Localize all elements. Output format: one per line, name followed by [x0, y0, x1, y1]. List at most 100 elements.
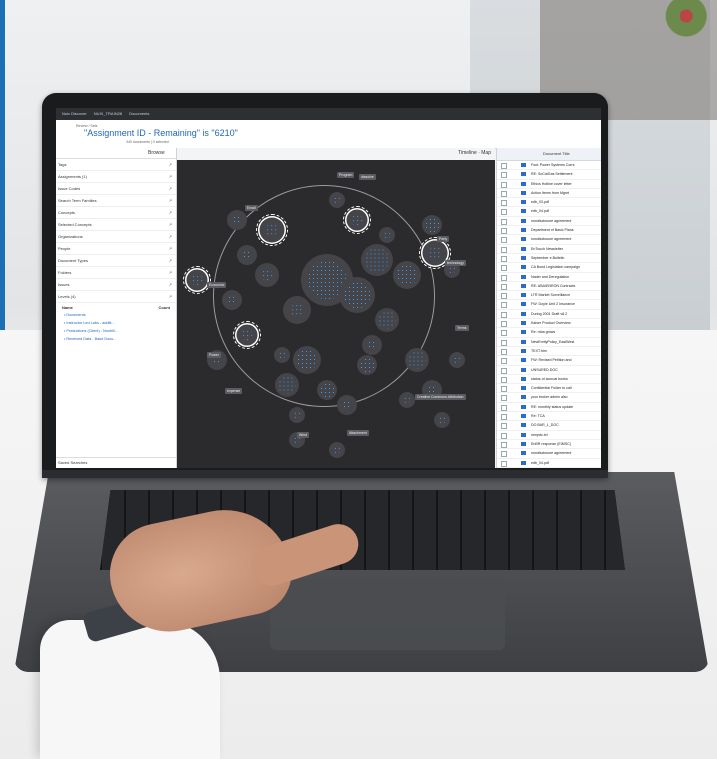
cluster-node[interactable] [434, 412, 450, 428]
document-row[interactable]: NewEnrityPolicy_EastWest [497, 338, 601, 347]
tree-row[interactable]: • Received Data - Base Docu... [56, 337, 176, 345]
row-checkbox[interactable] [501, 283, 507, 290]
row-checkbox[interactable] [501, 190, 507, 197]
cluster-node[interactable] [293, 346, 321, 374]
row-checkbox[interactable] [501, 460, 507, 467]
browse-dropdown[interactable]: Browse [148, 150, 165, 156]
cluster-node[interactable] [289, 407, 305, 423]
document-row[interactable]: your broker admin also [497, 393, 601, 403]
document-row[interactable]: nondisclosure agreement [497, 235, 601, 245]
facet-item[interactable]: Tags ↗ [56, 159, 176, 171]
cluster-node[interactable] [233, 321, 261, 349]
cluster-node[interactable] [222, 290, 242, 310]
document-row[interactable]: CA Bond Legislation campaign [497, 263, 601, 273]
cluster-node[interactable] [399, 392, 415, 408]
cluster-node[interactable] [362, 335, 382, 355]
row-checkbox[interactable] [501, 330, 507, 337]
cluster-node[interactable] [339, 277, 375, 313]
document-row[interactable]: status of accrual books [497, 375, 601, 385]
document-row[interactable]: FW: Revised Petition and [497, 356, 601, 366]
cluster-node[interactable] [183, 266, 211, 294]
pin-icon[interactable]: ↗ [169, 255, 172, 266]
row-checkbox[interactable] [501, 367, 507, 374]
document-row[interactable]: FW: Doyle Unit 2 Insurance [497, 300, 601, 310]
row-checkbox[interactable] [501, 358, 507, 365]
tree-row[interactable]: • Documents [56, 313, 176, 321]
map-label[interactable]: Map [481, 150, 491, 156]
pin-icon[interactable]: ↗ [169, 159, 172, 170]
pin-icon[interactable]: ↗ [169, 243, 172, 254]
row-checkbox[interactable] [501, 200, 507, 207]
facet-item[interactable]: Issue Codes ↗ [56, 183, 176, 195]
facet-item[interactable]: Levels (4) ↗ [56, 291, 176, 303]
row-checkbox[interactable] [501, 339, 507, 346]
document-row[interactable]: DO BAR_L_DOC [497, 421, 601, 431]
facet-item[interactable]: Concepts ↗ [56, 207, 176, 219]
document-row[interactable]: LTR Market Surveillance [497, 291, 601, 301]
saved-searches[interactable]: Saved Searches [56, 457, 176, 468]
cluster-node[interactable] [237, 245, 257, 265]
cluster-node[interactable] [255, 263, 279, 287]
cluster-map-canvas[interactable]: Program dissolve Email Party technology Econo… [177, 160, 495, 468]
workspace-name[interactable]: NUIX_TRAIN28 [94, 111, 122, 116]
row-checkbox[interactable] [501, 376, 507, 383]
row-checkbox[interactable] [501, 423, 507, 430]
facet-item[interactable]: Organizations ↗ [56, 231, 176, 243]
row-checkbox[interactable] [501, 414, 507, 421]
row-checkbox[interactable] [501, 321, 507, 328]
document-row[interactable]: edb_04.pdf [497, 459, 601, 468]
row-checkbox[interactable] [501, 274, 507, 281]
document-row[interactable]: Action Items from Mgmt [497, 189, 601, 199]
tree-row[interactable]: • Instructor Led Labs - additi... [56, 321, 176, 329]
cluster-node[interactable] [329, 192, 345, 208]
cluster-node[interactable] [317, 380, 337, 400]
cluster-node[interactable] [274, 347, 290, 363]
document-row[interactable]: TEXT.htm [497, 347, 601, 357]
cluster-node[interactable] [256, 214, 288, 246]
cluster-node[interactable] [361, 244, 393, 276]
cluster-node[interactable] [329, 442, 345, 458]
cluster-node[interactable] [422, 215, 442, 235]
row-checkbox[interactable] [501, 163, 507, 169]
facet-item[interactable]: Issues ↗ [56, 279, 176, 291]
document-row[interactable]: RE: monthly status update [497, 403, 601, 413]
cluster-node[interactable] [449, 352, 465, 368]
row-checkbox[interactable] [501, 209, 507, 216]
cluster-node[interactable] [283, 296, 311, 324]
document-row[interactable]: nondisclosure agreement [497, 449, 601, 459]
app-name[interactable]: Nuix Discover [62, 111, 87, 116]
row-checkbox[interactable] [501, 265, 507, 272]
document-row[interactable]: edb_03.pdf [497, 198, 601, 208]
cluster-node[interactable] [337, 395, 357, 415]
document-row[interactable]: September e.Bulletin [497, 254, 601, 264]
document-row[interactable]: UNSURED.DOC [497, 366, 601, 375]
document-row[interactable]: EnTouch Newsletter [497, 245, 601, 254]
document-row[interactable]: EnBR response (EIMSC) [497, 440, 601, 450]
tree-row[interactable]: • Productions (Client) - Nonbill... [56, 329, 176, 337]
pin-icon[interactable]: ↗ [169, 291, 172, 302]
row-checkbox[interactable] [501, 293, 507, 300]
row-checkbox[interactable] [501, 386, 507, 393]
row-checkbox[interactable] [501, 255, 507, 262]
pin-icon[interactable]: ↗ [169, 183, 172, 194]
pin-icon[interactable]: ↗ [169, 219, 172, 230]
pin-icon[interactable]: ↗ [169, 267, 172, 278]
row-checkbox[interactable] [501, 228, 507, 235]
document-row[interactable]: During 2001 Draft v8.2 [497, 310, 601, 320]
facet-item[interactable]: Folders ↗ [56, 267, 176, 279]
row-checkbox[interactable] [501, 311, 507, 318]
cluster-node[interactable] [357, 355, 377, 375]
document-row[interactable]: Confidential Folder to call [497, 384, 601, 394]
facet-item[interactable]: People ↗ [56, 243, 176, 255]
column-header-title[interactable]: Document Title [497, 148, 601, 161]
row-checkbox[interactable] [501, 302, 507, 309]
row-checkbox[interactable] [501, 246, 507, 253]
facet-item[interactable]: Search Term Families ↗ [56, 195, 176, 207]
facet-item[interactable]: Assignments (1) ↗ [56, 171, 176, 183]
document-row[interactable]: Fwd: Power Systems Corrs [497, 161, 601, 171]
document-row[interactable]: Re: mba grows [497, 328, 601, 338]
cluster-node[interactable] [275, 373, 299, 397]
row-checkbox[interactable] [501, 395, 507, 402]
cluster-node[interactable] [227, 210, 247, 230]
document-row[interactable]: edb_04.pdf [497, 207, 601, 217]
